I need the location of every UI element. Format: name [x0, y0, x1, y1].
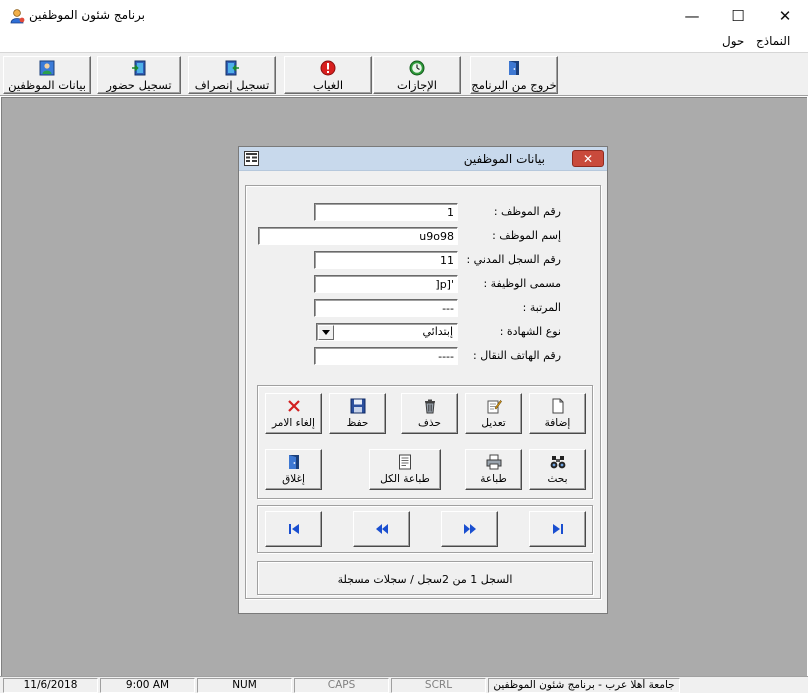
employee-data-dialog: بيانات الموظفين ✕ رقم الموظف : إسم الموظ…	[238, 146, 608, 614]
toolbar-label: تسجيل إنصراف	[194, 78, 270, 92]
menu-item-about[interactable]: حول	[722, 34, 744, 48]
dropdown-arrow-button[interactable]	[318, 325, 334, 340]
next-record-button[interactable]	[441, 511, 498, 547]
main-titlebar: برنامج شئون الموظفين — ☐ ✕	[0, 0, 808, 31]
status-time: 9:00 AM	[100, 678, 195, 693]
close-icon: ✕	[582, 151, 594, 166]
status-caps: CAPS	[294, 678, 389, 693]
certificate-type-value: إبتدائي	[422, 325, 454, 338]
vacations-icon	[409, 60, 425, 76]
toolbar-label: الغياب	[312, 78, 344, 92]
dialog-title: بيانات الموظفين	[463, 152, 545, 166]
toolbar-vacations-button[interactable]: الإجازات	[373, 56, 461, 94]
toolbar-label: الإجازات	[397, 78, 437, 92]
cancel-label: إلغاء الامر	[272, 417, 315, 429]
form-icon	[244, 151, 259, 166]
check-out-icon	[225, 60, 239, 76]
print-button[interactable]: طباعة	[465, 449, 522, 490]
job-title-label: مسمى الوظيفة :	[483, 277, 561, 290]
app-title: برنامج شئون الموظفين	[29, 8, 145, 22]
dialog-titlebar[interactable]: بيانات الموظفين ✕	[239, 147, 607, 171]
edit-label: تعديل	[481, 417, 506, 429]
chevron-down-icon	[322, 330, 330, 335]
print-all-label: طباعة الكل	[380, 473, 430, 485]
menu-item-models[interactable]: النماذج	[756, 34, 790, 48]
last-record-button[interactable]	[529, 511, 586, 547]
add-button[interactable]: إضافة	[529, 393, 586, 434]
printer-icon	[486, 454, 501, 470]
mobile-field[interactable]	[314, 347, 458, 365]
last-record-icon	[552, 524, 563, 534]
new-document-icon	[552, 398, 563, 414]
certificate-type-label: نوع الشهادة :	[499, 325, 561, 338]
toolbar-absence-button[interactable]: الغياب	[284, 56, 372, 94]
previous-record-icon	[375, 524, 388, 534]
previous-record-button[interactable]	[353, 511, 410, 547]
employee-name-field[interactable]	[258, 227, 458, 245]
rank-label: المرتبة :	[522, 301, 561, 314]
employee-id-label: رقم الموظف :	[493, 205, 561, 218]
status-date: 11/6/2018	[3, 678, 98, 693]
close-form-button[interactable]: إغلاق	[265, 449, 322, 490]
civil-id-label: رقم السجل المدني :	[466, 253, 561, 266]
print-all-button[interactable]: طباعة الكل	[369, 449, 441, 490]
mobile-label: رقم الهاتف النقال :	[473, 349, 561, 362]
close-icon: ✕	[778, 6, 792, 25]
toolbar-label: تسجيل حضور	[106, 78, 172, 92]
save-label: حفظ	[346, 417, 369, 429]
status-bar: 11/6/2018 9:00 AM NUM CAPS SCRL جامعة أه…	[0, 676, 808, 693]
save-icon	[350, 398, 365, 414]
employee-data-icon	[39, 60, 55, 76]
cancel-button[interactable]: إلغاء الامر	[265, 393, 322, 434]
next-record-icon	[463, 524, 476, 534]
job-title-field[interactable]	[314, 275, 458, 293]
menu-bar: النماذج حول	[0, 31, 808, 52]
search-button[interactable]: بحث	[529, 449, 586, 490]
civil-id-field[interactable]	[314, 251, 458, 269]
first-record-icon	[288, 524, 299, 534]
close-window-button[interactable]: ✕	[762, 0, 808, 31]
record-status-box: السجل 1 من 2سجل / سجلات مسجلة	[257, 561, 593, 595]
toolbar-employee-data-button[interactable]: بيانات الموظفين	[3, 56, 91, 94]
maximize-button[interactable]: ☐	[715, 0, 761, 31]
record-status-text: السجل 1 من 2سجل / سجلات مسجلة	[337, 573, 513, 586]
exit-icon	[509, 61, 519, 75]
print-label: طباعة	[480, 473, 507, 485]
app-icon	[10, 9, 25, 24]
delete-label: حذف	[418, 417, 441, 429]
main-toolbar: بيانات الموظفين تسجيل حضور تسجيل إنصراف …	[0, 52, 808, 96]
minimize-icon: —	[684, 6, 700, 25]
toolbar-check-in-button[interactable]: تسجيل حضور	[97, 56, 181, 94]
search-label: بحث	[547, 473, 568, 485]
edit-icon	[487, 400, 502, 414]
toolbar-check-out-button[interactable]: تسجيل إنصراف	[188, 56, 276, 94]
edit-button[interactable]: تعديل	[465, 393, 522, 434]
employee-name-label: إسم الموظف :	[492, 229, 561, 242]
trash-icon	[424, 399, 435, 414]
binoculars-icon	[550, 456, 565, 469]
save-button[interactable]: حفظ	[329, 393, 386, 434]
report-icon	[399, 454, 411, 470]
dialog-close-button[interactable]: ✕	[572, 150, 604, 167]
toolbar-exit-button[interactable]: خروج من البرنامج	[470, 56, 558, 94]
status-scrl: SCRL	[391, 678, 486, 693]
certificate-type-select[interactable]: إبتدائي	[316, 323, 458, 341]
first-record-button[interactable]	[265, 511, 322, 547]
toolbar-label: خروج من البرنامج	[471, 78, 557, 92]
close-form-label: إغلاق	[282, 473, 305, 485]
minimize-button[interactable]: —	[669, 0, 715, 31]
rank-field[interactable]	[314, 299, 458, 317]
toolbar-label: بيانات الموظفين	[8, 78, 86, 92]
exit-door-icon	[288, 455, 299, 469]
status-app-label: جامعة أهلا عرب - برنامج شئون الموظفين	[488, 678, 680, 693]
delete-button[interactable]: حذف	[401, 393, 458, 434]
absence-icon	[320, 60, 336, 76]
status-num: NUM	[197, 678, 292, 693]
maximize-icon: ☐	[731, 6, 745, 25]
add-label: إضافة	[544, 417, 571, 429]
check-in-icon	[132, 60, 146, 76]
employee-id-field[interactable]	[314, 203, 458, 221]
cancel-x-icon	[287, 400, 300, 412]
